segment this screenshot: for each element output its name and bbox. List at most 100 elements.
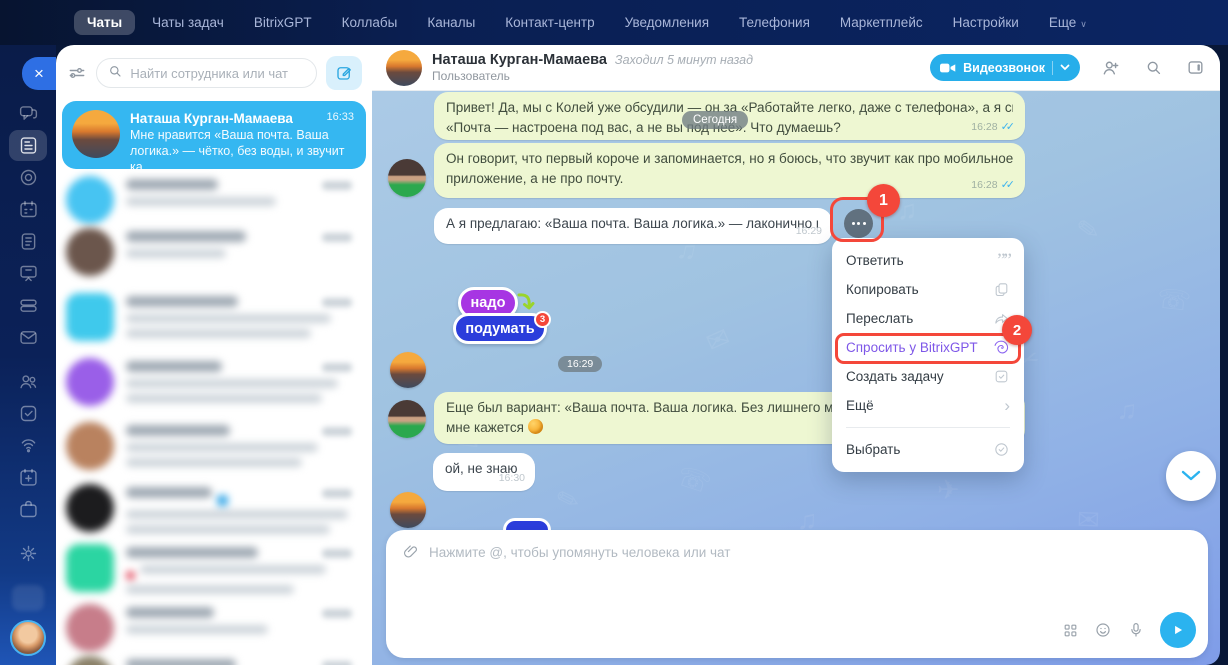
tab-bitrixgpt[interactable]: BitrixGPT: [241, 10, 325, 35]
chat-list-header: [56, 45, 372, 101]
step-badge-1: 1: [867, 184, 900, 217]
emoji-icon[interactable]: [1094, 621, 1112, 639]
time-chip: 16:29: [558, 356, 602, 372]
chat-item-selected[interactable]: Наташа Курган-Мамаева Мне нравится «Ваша…: [62, 101, 366, 169]
chat-list-panel: Наташа Курган-Мамаева Мне нравится «Ваша…: [56, 45, 372, 665]
tab-contact-center[interactable]: Контакт-центр: [492, 10, 607, 35]
task-checkbox-icon: [993, 368, 1010, 385]
attach-icon[interactable]: [402, 543, 420, 561]
user-avatar[interactable]: [10, 620, 46, 656]
chat-item-blurred[interactable]: [62, 537, 366, 597]
chat-list-items: Наташа Курган-Мамаева Мне нравится «Ваша…: [56, 101, 372, 665]
rail-chats-icon[interactable]: [9, 98, 47, 129]
tab-task-chats[interactable]: Чаты задач: [139, 10, 237, 35]
chat-preview-line1: Мне нравится «Ваша почта. Ваша: [130, 127, 354, 143]
rail-docs-icon[interactable]: [9, 226, 47, 257]
date-chip: Сегодня: [682, 111, 748, 129]
chevron-down-icon: [1181, 470, 1201, 482]
tab-notifications[interactable]: Уведомления: [612, 10, 722, 35]
search-field: [96, 58, 317, 88]
composer-placeholder: Нажмите @, чтобы упомянуть человека или …: [429, 545, 730, 560]
menu-item-select[interactable]: Выбрать: [832, 435, 1024, 464]
message-bubble[interactable]: ой, не знаю 16:30: [433, 453, 535, 491]
sender-avatar[interactable]: [390, 492, 426, 528]
chat-time: 16:33: [326, 111, 354, 123]
sender-avatar[interactable]: [390, 352, 426, 388]
scroll-to-bottom-button[interactable]: [1166, 451, 1216, 501]
menu-item-reply[interactable]: Ответить ””: [832, 246, 1024, 275]
chat-main-area: ✎✉☏♫✈✂✉✎♫✉✎☏✂♫✉✎☏♫✈✉♫✉✎☏✂ Наташа Курган-…: [372, 45, 1220, 665]
tab-collabs[interactable]: Коллабы: [329, 10, 411, 35]
menu-item-create-task[interactable]: Создать задачу: [832, 362, 1024, 391]
sticker-count-badge: 3: [534, 311, 551, 328]
last-seen-status: Заходил 5 минут назад: [615, 53, 753, 67]
tab-channels[interactable]: Каналы: [414, 10, 488, 35]
top-navigation: Чаты Чаты задач BitrixGPT Коллабы Каналы…: [0, 0, 1228, 45]
compose-button[interactable]: [326, 56, 362, 90]
close-panel-button[interactable]: ×: [22, 57, 56, 90]
message-menu-button[interactable]: [844, 209, 873, 238]
sticker-arrow-icon: [516, 291, 538, 315]
add-member-icon[interactable]: [1100, 57, 1122, 79]
chat-item-blurred[interactable]: [62, 597, 366, 649]
rail-employees-icon[interactable]: [9, 366, 47, 397]
rail-board-icon[interactable]: [9, 258, 47, 289]
apps-grid-icon[interactable]: [1062, 622, 1079, 639]
chat-item-blurred[interactable]: [62, 221, 366, 286]
read-checks-icon: ✓✓: [1001, 176, 1015, 196]
tab-chats[interactable]: Чаты: [74, 10, 135, 35]
copy-icon: [993, 281, 1010, 298]
sender-avatar[interactable]: [388, 159, 426, 197]
camera-icon: [940, 62, 956, 74]
chat-partner-role: Пользователь: [432, 69, 753, 83]
rail-crm-icon[interactable]: [9, 162, 47, 193]
message-bubble[interactable]: А я предлагаю: «Ваша почта. Ваша логика.…: [434, 208, 832, 244]
tab-telephony[interactable]: Телефония: [726, 10, 823, 35]
avatar: [66, 422, 114, 470]
chat-item-blurred[interactable]: [62, 169, 366, 221]
tab-marketplace[interactable]: Маркетплейс: [827, 10, 936, 35]
message-time: 16:29: [796, 222, 822, 242]
chat-item-blurred[interactable]: [62, 649, 366, 665]
rail-drive-icon[interactable]: [9, 290, 47, 321]
send-button[interactable]: [1160, 612, 1196, 648]
menu-item-ask-bitrixgpt[interactable]: Спросить у BitrixGPT: [832, 333, 1024, 362]
menu-item-copy[interactable]: Копировать: [832, 275, 1024, 304]
divider: [1052, 61, 1053, 75]
rail-settings-gear-icon[interactable]: [9, 538, 47, 569]
search-icon: [107, 63, 123, 84]
rail-workspace-icon[interactable]: [9, 494, 47, 525]
left-icon-rail: ×: [0, 45, 56, 665]
rail-signal-icon[interactable]: [9, 430, 47, 461]
microphone-icon[interactable]: [1127, 621, 1145, 639]
message-bubble[interactable]: Он говорит, что первый короче и запомина…: [434, 143, 1025, 198]
rail-calendar-icon[interactable]: [9, 194, 47, 225]
rail-planner-icon[interactable]: [9, 462, 47, 493]
search-input[interactable]: [130, 66, 306, 81]
chevron-down-icon: ∨: [1080, 19, 1087, 29]
video-call-button[interactable]: Видеозвонок: [930, 54, 1080, 81]
chat-item-blurred[interactable]: [62, 477, 366, 537]
tab-settings[interactable]: Настройки: [940, 10, 1032, 35]
message-time: 16:28: [971, 176, 997, 196]
tab-more[interactable]: Еще∨: [1036, 10, 1100, 35]
rail-feed-icon[interactable]: [9, 130, 47, 161]
sender-avatar[interactable]: [388, 400, 426, 438]
message-composer[interactable]: Нажмите @, чтобы упомянуть человека или …: [386, 530, 1208, 658]
search-in-chat-icon[interactable]: [1142, 57, 1164, 79]
chat-item-blurred[interactable]: [62, 351, 366, 415]
quote-icon: ””: [997, 256, 1010, 266]
avatar: [66, 176, 114, 224]
sticker-nado-podumat[interactable]: надо подумать 3: [448, 280, 568, 380]
menu-item-more[interactable]: Ещё ›: [832, 391, 1024, 420]
rail-mail-icon[interactable]: [9, 322, 47, 353]
chevron-right-icon: ›: [1004, 401, 1010, 411]
chat-item-blurred[interactable]: [62, 415, 366, 477]
rail-tasks-icon[interactable]: [9, 398, 47, 429]
menu-item-forward[interactable]: Переслать: [832, 304, 1024, 333]
sidebar-panel-icon[interactable]: [1184, 57, 1206, 79]
send-icon: [1171, 623, 1185, 637]
chat-item-blurred[interactable]: [62, 286, 366, 351]
chat-partner-avatar[interactable]: [386, 50, 422, 86]
filter-icon[interactable]: [66, 61, 87, 85]
